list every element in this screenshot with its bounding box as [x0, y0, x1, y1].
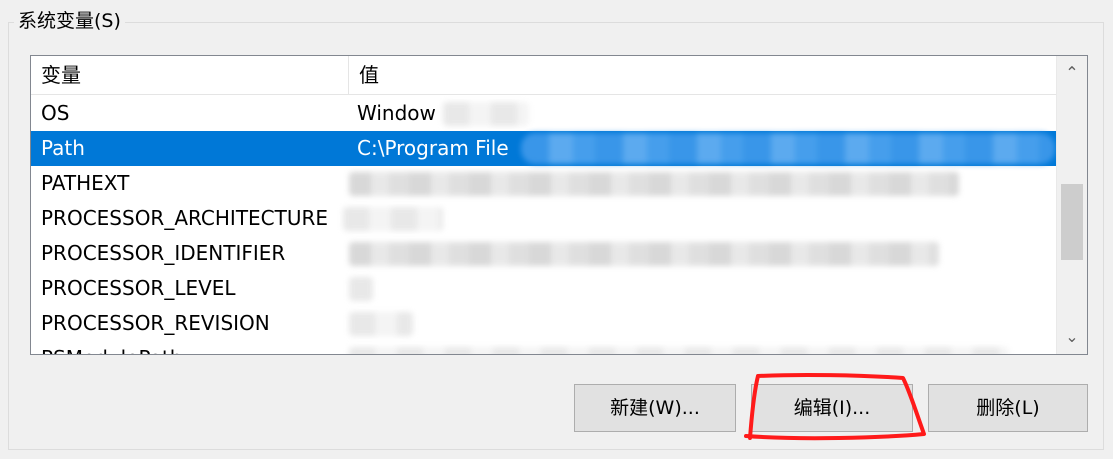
group-title: 系统变量(S): [14, 6, 125, 36]
chevron-up-icon[interactable]: ⌃: [1057, 56, 1087, 90]
table-row[interactable]: PROCESSOR_IDENTIFIER: [31, 236, 1057, 271]
redacted-value: [521, 133, 1055, 164]
table-row[interactable]: PROCESSOR_REVISION: [31, 306, 1057, 341]
environment-variables-dialog: 系统变量(S) 变量 值 OS Window Path C:\Program F…: [0, 0, 1113, 459]
table-row[interactable]: PROCESSOR_LEVEL: [31, 271, 1057, 306]
column-header-value[interactable]: 值: [349, 56, 1057, 94]
vertical-scrollbar[interactable]: ⌃ ⌄: [1056, 56, 1087, 354]
edit-variable-button[interactable]: 编辑(I)...: [751, 384, 913, 432]
variable-name: Path: [41, 136, 85, 160]
variable-name: PSModulePath: [41, 341, 346, 354]
variable-name: OS: [41, 101, 70, 125]
list-rows: OS Window Path C:\Program File PATHEXT P…: [31, 96, 1057, 354]
column-header-variable[interactable]: 变量: [31, 56, 349, 94]
redacted-value: [349, 242, 939, 266]
table-row[interactable]: PSModulePath: [31, 341, 1057, 354]
redacted-value: [443, 102, 529, 126]
system-variables-list[interactable]: 变量 值 OS Window Path C:\Program File PATH…: [30, 55, 1088, 355]
delete-variable-button[interactable]: 删除(L): [928, 384, 1088, 432]
table-row[interactable]: PATHEXT: [31, 166, 1057, 201]
redacted-value: [349, 347, 1009, 354]
list-header: 变量 值: [31, 56, 1057, 95]
redacted-value: [343, 207, 443, 231]
new-variable-button[interactable]: 新建(W)...: [574, 384, 736, 432]
redacted-value: [349, 172, 959, 196]
variable-name: PROCESSOR_ARCHITECTURE: [41, 206, 329, 230]
redacted-value: [349, 312, 413, 336]
variable-name: PATHEXT: [41, 171, 130, 195]
redacted-value: [349, 277, 373, 301]
chevron-down-icon[interactable]: ⌄: [1057, 320, 1087, 354]
table-row[interactable]: PROCESSOR_ARCHITECTURE: [31, 201, 1057, 236]
variable-name: PROCESSOR_REVISION: [41, 311, 270, 335]
variable-name: PROCESSOR_IDENTIFIER: [41, 241, 286, 265]
variable-name: PROCESSOR_LEVEL: [41, 276, 236, 300]
scrollbar-thumb[interactable]: [1061, 184, 1083, 260]
table-row[interactable]: OS Window: [31, 96, 1057, 131]
table-row-selected[interactable]: Path C:\Program File: [31, 131, 1057, 166]
